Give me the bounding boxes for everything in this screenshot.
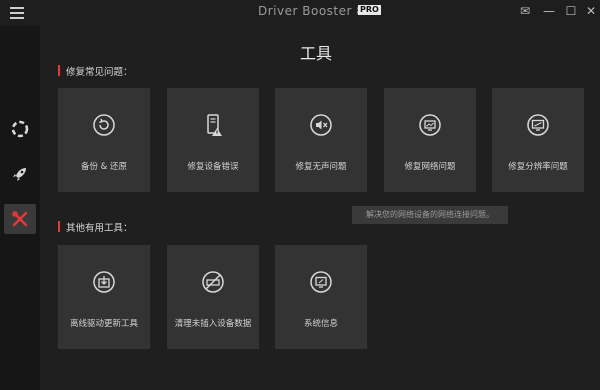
- lifebuoy-icon: [11, 120, 29, 138]
- sidebar-item-boost[interactable]: [4, 159, 36, 189]
- tile-device-error[interactable]: 修复设备错误: [167, 88, 259, 192]
- section-label-other: 其他有用工具：: [58, 220, 133, 234]
- minimize-button[interactable]: —: [540, 3, 558, 19]
- clean-device-icon: [202, 271, 224, 293]
- close-button[interactable]: ✕: [582, 3, 600, 19]
- feedback-icon[interactable]: ✉: [516, 3, 534, 19]
- network-icon: [419, 114, 441, 136]
- tile-label: 修复无声问题: [295, 162, 347, 172]
- offline-update-icon: [93, 271, 115, 293]
- sound-mute-icon: [310, 114, 332, 136]
- maximize-button[interactable]: ☐: [562, 3, 580, 19]
- tile-label: 修复设备错误: [187, 162, 239, 172]
- resolution-icon: [527, 114, 549, 136]
- tile-label: 修复分辨率问题: [508, 162, 568, 172]
- page-title: 工具: [300, 44, 333, 63]
- network-tooltip: 解决您的网络设备的网络连接问题。: [352, 206, 508, 224]
- tile-resolution[interactable]: 修复分辨率问题: [492, 88, 584, 192]
- system-info-icon: [310, 271, 332, 293]
- backup-restore-icon: [93, 114, 115, 136]
- title-bar: Driver Booster 8.1 PRO ✉ — ☐ ✕: [0, 0, 600, 26]
- sidebar-item-tools[interactable]: [4, 204, 36, 234]
- menu-icon[interactable]: [8, 4, 26, 22]
- tools-icon: [12, 211, 28, 227]
- sidebar-item-home[interactable]: [4, 114, 36, 144]
- tile-label: 修复网络问题: [404, 162, 456, 172]
- tile-offline-update[interactable]: 离线驱动更新工具: [58, 245, 150, 349]
- tile-system-info[interactable]: 系统信息: [275, 245, 367, 349]
- section-label-fix: 修复常见问题：: [58, 64, 133, 78]
- tile-label: 离线驱动更新工具: [69, 319, 138, 329]
- tile-backup-restore[interactable]: 备份 & 还原: [58, 88, 150, 192]
- tile-network[interactable]: 修复网络问题: [384, 88, 476, 192]
- tile-sound[interactable]: 修复无声问题: [275, 88, 367, 192]
- device-error-icon: [207, 114, 222, 136]
- sidebar: [0, 26, 40, 390]
- tile-label: 备份 & 还原: [80, 162, 128, 172]
- rocket-icon: [13, 168, 26, 181]
- tile-clean-device[interactable]: 清理未插入设备数据: [167, 245, 259, 349]
- tile-label: 清理未插入设备数据: [174, 319, 252, 329]
- pro-badge: PRO: [358, 5, 381, 15]
- tile-label: 系统信息: [303, 319, 338, 329]
